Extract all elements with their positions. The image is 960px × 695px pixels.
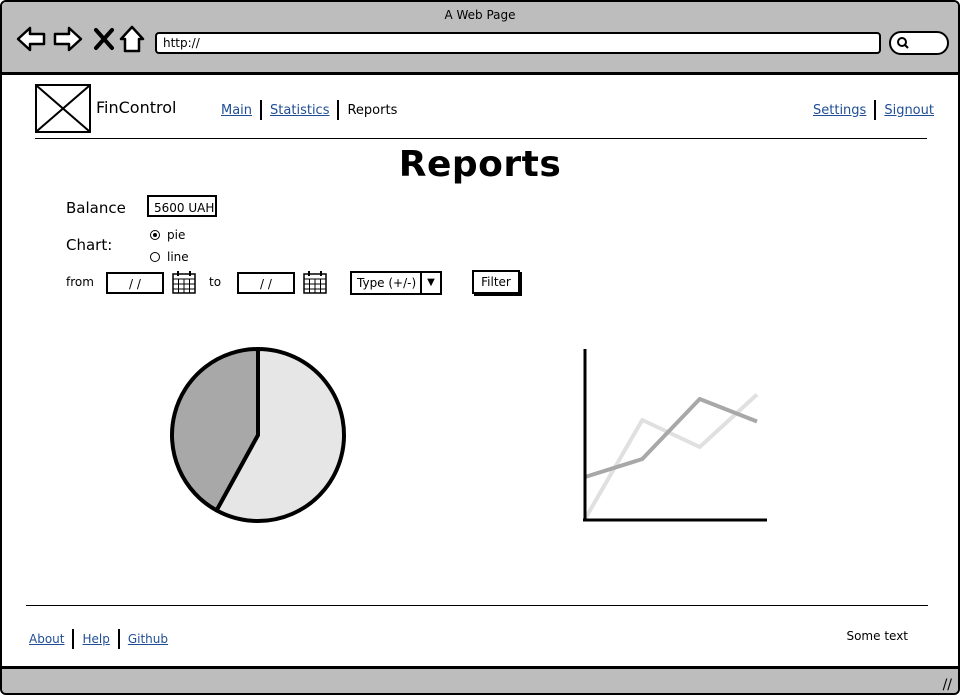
line-series-0 [584,397,758,479]
from-date-input[interactable]: / / [106,272,164,294]
address-bar[interactable]: http:// [155,32,881,54]
radio-unselected-icon [150,252,160,262]
type-select-value: Type (+/-) [357,276,417,290]
resize-handle-icon[interactable]: // [943,677,952,693]
from-label: from [66,275,94,289]
about-link[interactable]: About [29,632,64,646]
radio-pie[interactable]: pie [150,228,185,242]
filter-button[interactable]: Filter [472,270,520,294]
forward-icon[interactable] [53,24,83,54]
radio-line[interactable]: line [150,250,189,264]
chart-type-label: Chart: [66,236,113,254]
chevron-down-icon: ▼ [420,273,440,293]
search-field[interactable] [889,31,949,55]
page-title: Reports [398,144,562,185]
nav-main-link[interactable]: Main [221,103,252,118]
account-nav: Settings Signout [813,100,934,120]
nav-statistics-link[interactable]: Statistics [270,103,329,118]
balance-value: 5600 UAH [147,195,217,217]
balance-label: Balance [66,199,126,217]
settings-link[interactable]: Settings [813,103,866,118]
type-select[interactable]: Type (+/-) ▼ [350,271,442,295]
back-icon[interactable] [16,24,46,54]
footer-divider-bar [72,629,75,649]
footer-text: Some text [846,629,908,643]
github-link[interactable]: Github [128,632,168,646]
footer-divider [26,605,928,606]
close-icon[interactable] [90,24,120,54]
logo-placeholder [35,84,91,133]
nav-divider [260,100,263,120]
nav-reports-current: Reports [347,102,398,118]
browser-window: A Web Page http:// FinControl Main Stati… [0,0,960,695]
to-label: to [209,275,222,289]
search-icon [897,37,909,49]
pie-chart [170,347,346,523]
nav-divider [874,100,877,120]
home-icon[interactable] [118,24,148,54]
browser-toolbar: A Web Page http:// [2,2,958,75]
calendar-icon[interactable] [172,270,196,294]
window-title: A Web Page [444,8,516,22]
nav-divider [337,100,340,120]
header-divider [35,138,927,139]
signout-link[interactable]: Signout [884,103,934,118]
status-bar: // [2,666,958,693]
calendar-icon[interactable] [303,270,327,294]
footer-links: About Help Github [29,629,168,649]
footer-divider-bar [117,629,120,649]
brand-name: FinControl [96,98,177,117]
to-date-input[interactable]: / / [237,272,295,294]
radio-pie-label: pie [167,228,186,242]
line-chart [583,349,767,522]
main-nav: Main Statistics Reports [221,100,397,120]
help-link[interactable]: Help [82,632,109,646]
radio-line-label: line [167,250,189,264]
radio-selected-icon [150,230,160,240]
